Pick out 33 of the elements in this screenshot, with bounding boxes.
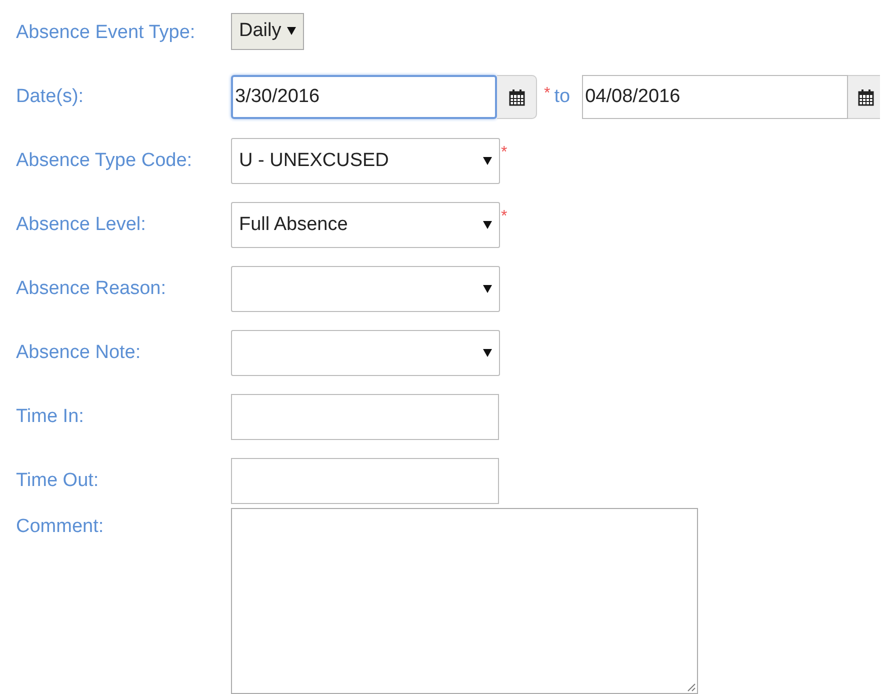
calendar-icon [858,88,874,106]
field-label: Absence Level: [15,214,147,236]
calendar-button[interactable] [848,75,880,119]
field-label: Date(s): [15,86,85,108]
calendar-button[interactable] [497,75,537,119]
field-label: Time In: [15,406,85,428]
field-label: Comment: [15,515,105,538]
required-mark: * [501,144,508,162]
date-field[interactable]: 3/30/2016 [231,75,497,119]
caret-icon [483,349,492,357]
date-field[interactable]: 04/08/2016 [582,75,848,119]
field-label: Absence Type Code: [15,150,194,172]
select-field[interactable] [231,330,500,376]
dropdown-button[interactable]: Daily [231,12,304,50]
field-label: Absence Reason: [15,278,167,300]
comment-field[interactable] [231,508,698,694]
field-label: Absence Note: [15,342,142,364]
caret-icon [483,157,492,165]
select-field[interactable] [231,266,500,312]
range-separator: to [554,86,570,108]
field-label: Absence Event Type: [15,22,196,44]
field-label: Time Out: [15,470,100,492]
required-mark: * [501,208,508,226]
caret-icon [483,221,492,229]
calendar-icon [508,88,524,106]
resize-grip-icon [686,682,696,692]
select-field[interactable]: Full Absence [231,202,500,248]
text-field[interactable] [231,394,499,440]
text-field[interactable] [231,458,499,504]
caret-icon [483,285,492,293]
required-mark: * [544,84,550,103]
select-field[interactable]: U - UNEXCUSED [231,138,500,184]
caret-icon [287,27,296,35]
